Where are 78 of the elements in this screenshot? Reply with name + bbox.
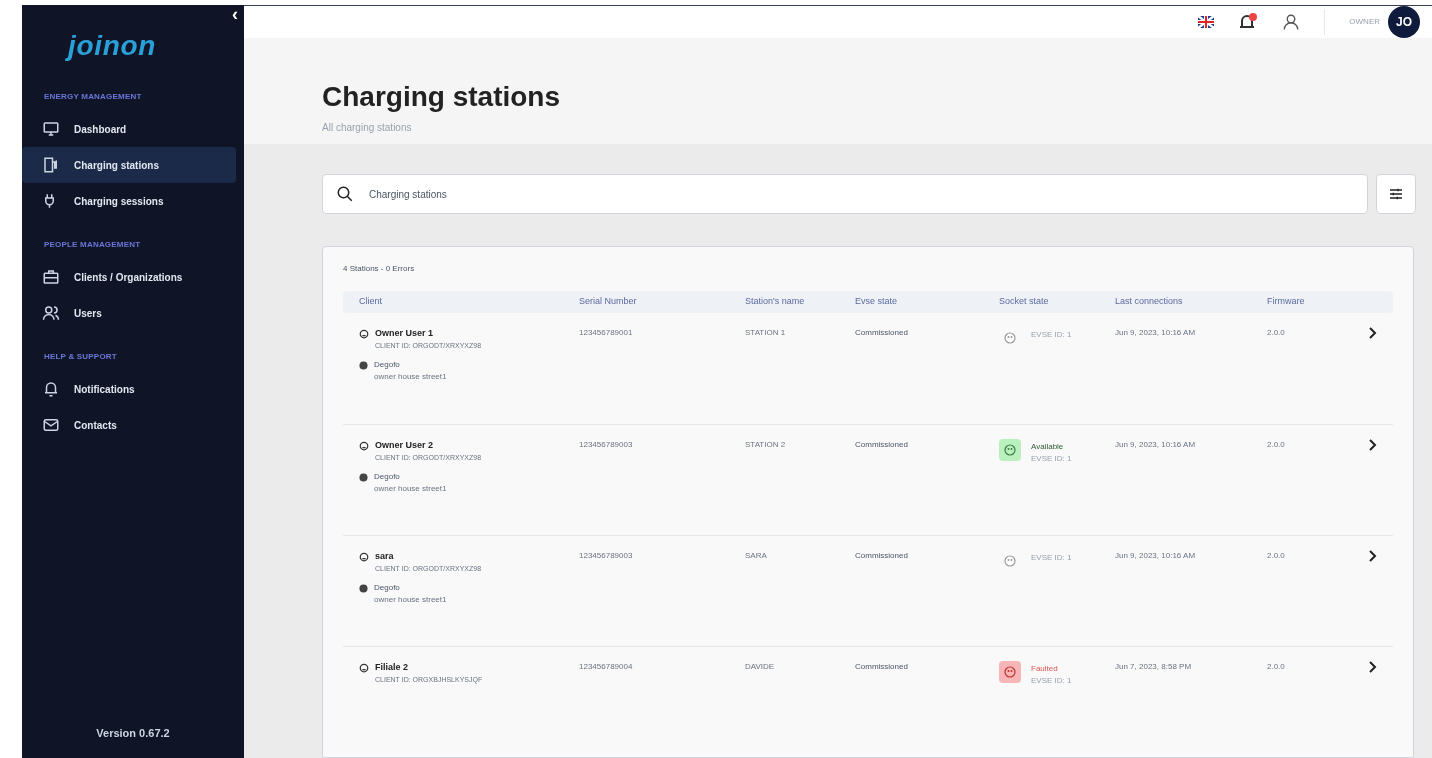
chevron-right-icon[interactable] — [1367, 439, 1377, 451]
address: owner house street1 — [373, 483, 448, 495]
client-name: Owner User 1 — [375, 327, 434, 340]
last-connection: Jun 9, 2023, 10:16 AM — [1115, 550, 1197, 562]
users-icon — [42, 304, 60, 322]
user-icon[interactable] — [1282, 13, 1301, 31]
station-name: DAVIDE — [745, 661, 776, 673]
column-header: Serial Number — [579, 295, 638, 309]
charging-station-icon — [42, 156, 60, 174]
mail-icon — [42, 416, 60, 434]
chevron-right-icon[interactable] — [1367, 327, 1377, 339]
sidebar-item[interactable]: Clients / Organizations — [22, 259, 236, 295]
column-header: Firmware — [1267, 295, 1306, 309]
search-field[interactable]: Charging stations — [322, 174, 1368, 214]
sidebar-item[interactable]: Charging sessions — [22, 183, 236, 219]
serial-number: 123456789003 — [579, 550, 634, 562]
station-name: SARA — [745, 550, 768, 562]
column-header: Socket state — [999, 295, 1050, 309]
last-connection: Jun 7, 2023, 8:58 PM — [1115, 661, 1193, 673]
organization-name: Degofo — [374, 471, 400, 483]
page-subtitle: All charging stations — [322, 121, 413, 135]
evse-id: EVSE ID: 1 — [1031, 453, 1072, 465]
stations-summary: 4 Stations - 0 Errors — [343, 263, 416, 275]
uk-flag-icon[interactable] — [1198, 16, 1215, 28]
sidebar-item[interactable]: Users — [22, 295, 236, 331]
evse-state: Commissioned — [855, 439, 909, 451]
firmware-version: 2.0.0 — [1267, 327, 1286, 339]
evse-state: Commissioned — [855, 661, 909, 673]
organization-name: Degofo — [374, 582, 400, 594]
sidebar-item[interactable]: Dashboard — [22, 111, 236, 147]
last-connection: Jun 9, 2023, 10:16 AM — [1115, 439, 1197, 451]
evse-state: Commissioned — [855, 550, 909, 562]
column-header: Client — [359, 295, 383, 309]
bell-icon — [42, 380, 60, 398]
evse-id: EVSE ID: 1 — [1031, 329, 1072, 341]
socket-status-icon — [999, 439, 1021, 461]
search-icon — [336, 185, 354, 203]
briefcase-icon — [42, 268, 60, 286]
client-name: Owner User 2 — [375, 439, 434, 452]
version-label: Version 0.67.2 — [96, 727, 170, 739]
column-header: Last connections — [1115, 295, 1184, 309]
station-name: STATION 1 — [745, 327, 787, 339]
evse-id: EVSE ID: 1 — [1031, 552, 1072, 564]
address: owner house street1 — [373, 594, 448, 606]
filter-sliders-icon — [1388, 186, 1404, 202]
column-header: Evse state — [855, 295, 899, 309]
column-header: Station's name — [745, 295, 806, 309]
last-connection: Jun 9, 2023, 10:16 AM — [1115, 327, 1197, 339]
evse-id: EVSE ID: 1 — [1031, 675, 1072, 687]
socket-status-icon — [999, 661, 1021, 683]
address: owner house street1 — [373, 371, 448, 383]
collapse-button[interactable]: ‹ — [232, 5, 238, 23]
firmware-version: 2.0.0 — [1267, 661, 1286, 673]
firmware-version: 2.0.0 — [1267, 439, 1286, 451]
client-name: sara — [375, 550, 394, 563]
evse-state: Commissioned — [855, 327, 909, 339]
socket-status: Available — [1031, 441, 1065, 453]
sidebar-item[interactable]: Charging stations — [22, 147, 236, 183]
serial-number: 123456789001 — [579, 327, 634, 339]
organization-name: Degofo — [374, 359, 400, 371]
chevron-right-icon[interactable] — [1367, 550, 1377, 562]
page-title: Charging stations — [322, 80, 561, 114]
filter-button[interactable] — [1376, 174, 1416, 214]
monitor-icon — [42, 120, 60, 138]
serial-number: 123456789004 — [579, 661, 634, 673]
section-heading: ENERGY MANAGEMENT — [43, 91, 143, 103]
socket-status: Faulted — [1031, 663, 1059, 675]
chevron-right-icon[interactable] — [1367, 661, 1377, 673]
avatar[interactable]: JO — [1388, 6, 1420, 38]
station-name: STATION 2 — [745, 439, 787, 451]
section-heading: HELP & SUPPORT — [43, 351, 118, 363]
serial-number: 123456789003 — [579, 439, 634, 451]
firmware-version: 2.0.0 — [1267, 550, 1286, 562]
sidebar-item[interactable]: Contacts — [22, 407, 236, 443]
client-name: Filiale 2 — [375, 661, 409, 674]
section-heading: PEOPLE MANAGEMENT — [43, 239, 142, 251]
sidebar-item[interactable]: Notifications — [22, 371, 236, 407]
role-label: OWNER — [1349, 16, 1380, 28]
